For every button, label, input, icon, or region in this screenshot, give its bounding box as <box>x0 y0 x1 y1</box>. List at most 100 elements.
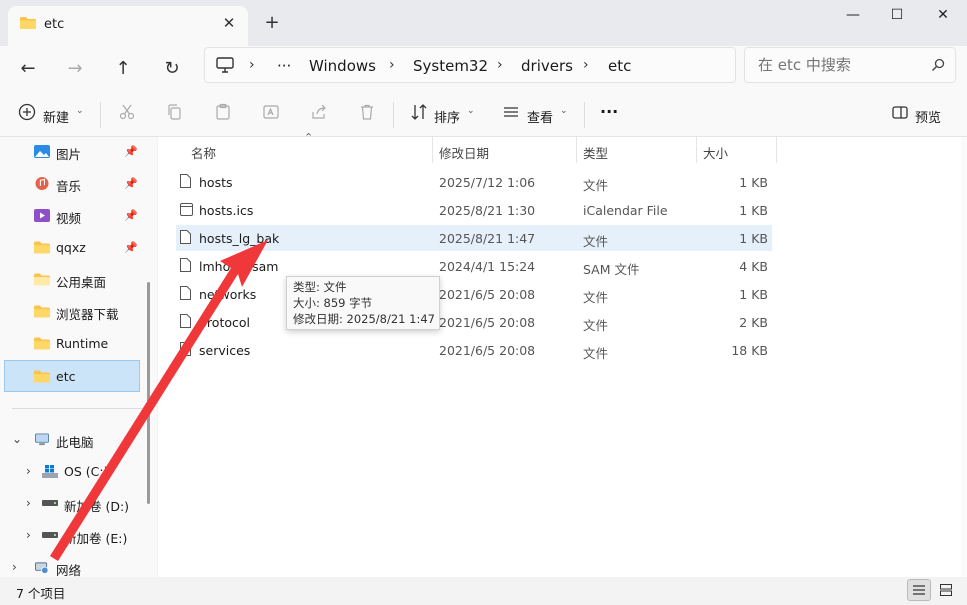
copy-icon[interactable] <box>166 103 184 121</box>
sidebar-item-browser-downloads[interactable]: 浏览器下载 <box>6 297 140 327</box>
tiles-view-icon <box>940 584 952 596</box>
sidebar-item-this-pc[interactable]: ⌄ 此电脑 <box>6 425 140 455</box>
up-button[interactable]: ↑ <box>108 54 138 84</box>
divider <box>100 102 101 128</box>
close-window-button[interactable]: ✕ <box>920 4 966 26</box>
file-icon <box>180 286 191 300</box>
paste-icon[interactable] <box>214 103 232 121</box>
breadcrumb-separator: › <box>583 57 589 73</box>
file-modified: 2021/6/5 20:08 <box>439 343 536 358</box>
breadcrumb-etc[interactable]: etc <box>608 57 631 75</box>
breadcrumb-separator: › <box>389 57 395 73</box>
sidebar-item-music[interactable]: 音乐 📌 <box>6 169 140 199</box>
breadcrumb-system32[interactable]: System32 <box>413 57 488 75</box>
sort-button[interactable]: 排序 <box>434 107 460 126</box>
file-type: 文件 <box>583 346 609 361</box>
chevron-right-icon[interactable]: › <box>12 560 17 574</box>
sidebar-item-label: 此电脑 <box>56 435 94 450</box>
breadcrumb-drivers[interactable]: drivers <box>521 57 573 75</box>
chevron-right-icon[interactable]: › <box>26 496 31 510</box>
close-tab-icon[interactable]: ✕ <box>218 12 240 34</box>
table-row[interactable]: services 2021/6/5 20:08 文件 18 KB <box>176 337 772 363</box>
sidebar-item-pictures[interactable]: 图片 📌 <box>6 137 140 167</box>
preview-button[interactable]: 预览 <box>915 107 941 126</box>
refresh-button[interactable]: ↻ <box>157 54 187 84</box>
file-icon <box>180 230 191 244</box>
file-size: 18 KB <box>731 343 768 358</box>
sidebar-item-runtime[interactable]: Runtime <box>6 329 140 359</box>
column-divider[interactable] <box>696 137 697 163</box>
sidebar-item-drive-d[interactable]: › 新加卷 (D:) <box>20 489 154 519</box>
sidebar-item-label: qqxz <box>56 240 86 255</box>
chevron-down-icon[interactable]: ⌄ <box>12 432 22 446</box>
sidebar-item-videos[interactable]: 视频 📌 <box>6 201 140 231</box>
table-row[interactable]: hosts.ics 2025/8/21 1:30 iCalendar File … <box>176 197 772 223</box>
column-header-modified[interactable]: 修改日期 <box>439 143 489 162</box>
table-row[interactable]: lmhosts.sam 2024/4/1 15:24 SAM 文件 4 KB <box>176 253 772 279</box>
command-bar: 新建 ⌄ 排序 ⌄ 查看 ⌄ ··· 预览 <box>0 92 967 137</box>
more-options-button[interactable]: ··· <box>600 102 618 121</box>
folder-icon <box>34 273 50 286</box>
tiles-view-button[interactable] <box>935 579 959 601</box>
file-icon <box>180 174 191 188</box>
breadcrumb-separator: › <box>249 57 255 73</box>
column-divider[interactable] <box>776 137 777 163</box>
maximize-button[interactable]: ☐ <box>874 4 920 26</box>
file-icon <box>180 342 191 356</box>
share-icon[interactable] <box>310 103 328 121</box>
search-box[interactable] <box>744 47 956 83</box>
column-header-name[interactable]: 名称 <box>191 143 216 162</box>
content-scrollbar[interactable] <box>961 137 967 577</box>
file-type: iCalendar File <box>583 203 668 218</box>
sidebar-item-drive-c[interactable]: › OS (C:) <box>20 457 154 487</box>
this-pc-icon <box>35 433 49 446</box>
file-size: 2 KB <box>739 315 768 330</box>
sidebar-item-label: OS (C:) <box>64 464 109 479</box>
sidebar-item-qqxz[interactable]: qqxz 📌 <box>6 233 140 263</box>
chevron-right-icon[interactable]: › <box>26 464 31 478</box>
folder-icon <box>20 17 36 29</box>
delete-icon[interactable] <box>358 103 376 121</box>
folder-icon <box>34 305 50 318</box>
rename-icon[interactable] <box>262 103 280 121</box>
chevron-right-icon[interactable]: › <box>26 528 31 542</box>
back-button[interactable]: ← <box>13 54 43 84</box>
new-icon <box>18 103 36 121</box>
file-type: 文件 <box>583 318 609 333</box>
tooltip-size: 大小: 859 字节 <box>293 296 373 310</box>
table-row[interactable]: protocol 2021/6/5 20:08 文件 2 KB <box>176 309 772 335</box>
column-header-size[interactable]: 大小 <box>703 143 728 162</box>
table-row[interactable]: hosts 2025/7/12 1:06 文件 1 KB <box>176 169 772 195</box>
file-size: 1 KB <box>739 287 768 302</box>
new-button[interactable]: 新建 <box>43 107 69 126</box>
minimize-button[interactable]: — <box>830 4 876 26</box>
file-type: 文件 <box>583 178 609 193</box>
cut-icon[interactable] <box>118 103 136 121</box>
file-name: lmhosts.sam <box>199 259 279 274</box>
sidebar-item-etc[interactable]: etc <box>4 360 140 392</box>
tooltip-date: 修改日期: 2025/8/21 1:47 <box>293 312 435 326</box>
view-button[interactable]: 查看 <box>527 107 553 126</box>
column-divider[interactable] <box>432 137 433 163</box>
table-row[interactable]: hosts_lg_bak 2025/8/21 1:47 文件 1 KB <box>176 225 772 251</box>
file-name: services <box>199 343 251 358</box>
sidebar-item-public-desktop[interactable]: 公用桌面 <box>6 265 140 295</box>
chevron-down-icon: ⌄ <box>76 106 84 116</box>
column-header-type[interactable]: 类型 <box>583 143 608 162</box>
tab-etc[interactable]: etc ✕ <box>8 6 248 46</box>
sidebar-item-drive-e[interactable]: › 新加卷 (E:) <box>20 521 154 551</box>
file-type: 文件 <box>583 234 609 249</box>
details-view-button[interactable] <box>907 579 931 601</box>
music-icon <box>35 177 49 190</box>
address-bar[interactable]: › ··· Windows › System32 › drivers › etc <box>204 47 736 83</box>
sidebar-scrollbar[interactable] <box>147 282 150 504</box>
new-tab-button[interactable]: + <box>262 13 282 33</box>
breadcrumb-overflow[interactable]: ··· <box>277 57 291 75</box>
breadcrumb-windows[interactable]: Windows <box>309 57 376 75</box>
file-modified: 2025/7/12 1:06 <box>439 175 536 190</box>
table-row[interactable]: networks 2021/6/5 20:08 文件 1 KB <box>176 281 772 307</box>
search-input[interactable] <box>758 56 928 74</box>
pin-icon: 📌 <box>124 209 138 222</box>
forward-button[interactable]: → <box>60 54 90 84</box>
column-divider[interactable] <box>576 137 577 163</box>
